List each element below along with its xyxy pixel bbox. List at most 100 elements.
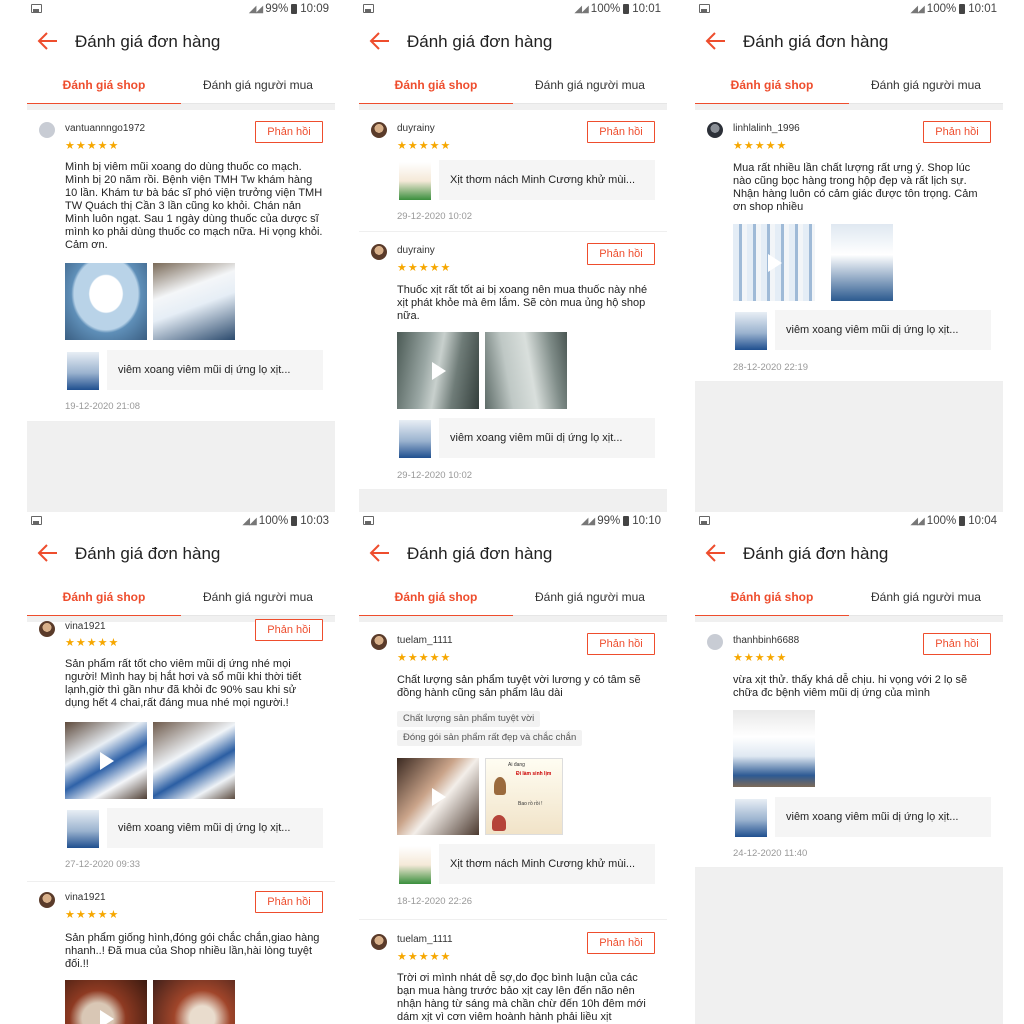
reply-button[interactable]: Phản hồi: [255, 121, 323, 143]
product-thumbnail: [399, 162, 431, 200]
reply-button[interactable]: Phản hồi: [255, 891, 323, 913]
tab-buyer-reviews[interactable]: Đánh giá người mua: [181, 70, 335, 104]
tab-buyer-reviews[interactable]: Đánh giá người mua: [181, 582, 335, 616]
review-text: Mua rất nhiều lần chất lượng rất ưng ý. …: [733, 162, 978, 213]
review-video[interactable]: [733, 224, 815, 301]
product-link[interactable]: viêm xoang viêm mũi dị ứng lọ xịt...: [397, 418, 655, 458]
tab-buyer-reviews[interactable]: Đánh giá người mua: [513, 70, 667, 104]
status-bar: ◢◢ 100% 10:03: [27, 512, 335, 532]
avatar: [371, 634, 387, 650]
reply-button[interactable]: Phản hồi: [255, 619, 323, 641]
reply-button[interactable]: Phản hồi: [923, 633, 991, 655]
star-rating: ★★★★★: [397, 951, 452, 963]
app-bar: Đánh giá đơn hàng: [695, 20, 1003, 64]
product-link[interactable]: Xịt thơm nách Minh Cương khử mùi...: [397, 160, 655, 200]
review-text: Sản phẩm rất tốt cho viêm mũi dị ứng nhé…: [65, 658, 302, 709]
review-video[interactable]: [65, 980, 147, 1024]
review-photo[interactable]: [831, 224, 893, 301]
product-thumbnail: [735, 799, 767, 837]
tab-bar: Đánh giá shop Đánh giá người mua: [695, 582, 1003, 617]
back-arrow-icon[interactable]: [369, 30, 391, 52]
tab-shop-reviews[interactable]: Đánh giá shop: [359, 70, 513, 105]
app-bar: Đánh giá đơn hàng: [359, 532, 667, 576]
tab-shop-reviews[interactable]: Đánh giá shop: [695, 70, 849, 105]
status-bar: ◢◢ 100% 10:01: [359, 0, 667, 20]
page-title: Đánh giá đơn hàng: [75, 544, 221, 563]
product-name: viêm xoang viêm mũi dị ứng lọ xịt...: [107, 808, 323, 848]
battery-icon: [291, 4, 298, 14]
screen-panel: ◢◢ 100% 10:01 Đánh giá đơn hàng Đánh giá s…: [695, 0, 1003, 512]
clock: 10:09: [300, 3, 329, 15]
review-photo[interactable]: [65, 263, 147, 340]
tab-shop-reviews[interactable]: Đánh giá shop: [359, 582, 513, 617]
gallery-notification-icon: [699, 516, 710, 525]
screen-panel: ◢◢ 99% 10:09 Đánh giá đơn hàng Đánh giá sh…: [27, 0, 335, 512]
product-link[interactable]: viêm xoang viêm mũi dị ứng lọ xịt...: [733, 797, 991, 837]
reply-button[interactable]: Phản hồi: [587, 121, 655, 143]
review-video[interactable]: [397, 758, 479, 835]
screen-panel: ◢◢ 100% 10:04 Đánh giá đơn hàng Đánh giá s…: [695, 512, 1003, 1024]
avatar: [39, 621, 55, 637]
reply-button[interactable]: Phản hồi: [587, 243, 655, 265]
tab-shop-reviews[interactable]: Đánh giá shop: [27, 582, 181, 617]
review-photo[interactable]: Ai đang Đi làm sinh lịm Bao rồ rồi !: [485, 758, 563, 835]
product-name: viêm xoang viêm mũi dị ứng lọ xịt...: [775, 310, 991, 350]
comic-character: [492, 815, 506, 831]
tab-buyer-reviews[interactable]: Đánh giá người mua: [849, 582, 1003, 616]
reviewer-name: vina1921: [65, 621, 106, 632]
tab-shop-reviews[interactable]: Đánh giá shop: [695, 582, 849, 617]
product-link[interactable]: viêm xoang viêm mũi dị ứng lọ xịt...: [733, 310, 991, 350]
review-video[interactable]: [65, 722, 147, 799]
review-tag: Chất lượng sản phẩm tuyệt vời: [397, 711, 541, 727]
avatar: [707, 634, 723, 650]
battery-level: 100%: [926, 515, 957, 527]
app-bar: Đánh giá đơn hàng: [695, 532, 1003, 576]
empty-area: [695, 868, 1003, 1024]
review-photo[interactable]: [485, 332, 567, 409]
review-item: vina1921 ★★★★★ Phản hồi Sản phẩm rất tốt…: [27, 616, 335, 882]
play-icon: [432, 787, 446, 806]
reply-button[interactable]: Phản hồi: [587, 932, 655, 954]
product-name: Xịt thơm nách Minh Cương khử mùi...: [439, 844, 655, 884]
review-date: 27-12-2020 09:33: [65, 859, 141, 870]
product-link[interactable]: viêm xoang viêm mũi dị ứng lọ xịt...: [65, 350, 323, 390]
battery-icon: [623, 4, 630, 14]
status-bar: ◢◢ 99% 10:10: [359, 512, 667, 532]
star-rating: ★★★★★: [397, 652, 452, 664]
review-photo[interactable]: [733, 710, 815, 787]
review-tag: Đóng gói sản phẩm rất đẹp và chắc chắn: [397, 730, 583, 746]
back-arrow-icon[interactable]: [369, 542, 391, 564]
tab-shop-reviews[interactable]: Đánh giá shop: [27, 70, 181, 105]
signal-icon: ◢◢: [910, 3, 924, 15]
back-arrow-icon[interactable]: [37, 30, 59, 52]
review-video[interactable]: [397, 332, 479, 409]
review-photo[interactable]: [153, 722, 235, 799]
review-date: 28-12-2020 22:19: [733, 362, 809, 373]
review-text: Thuốc xịt rất tốt ai bị xoang nên mua th…: [397, 284, 648, 322]
battery-level: 99%: [265, 3, 289, 15]
back-arrow-icon[interactable]: [37, 542, 59, 564]
tab-buyer-reviews[interactable]: Đánh giá người mua: [849, 70, 1003, 104]
product-link[interactable]: viêm xoang viêm mũi dị ứng lọ xịt...: [65, 808, 323, 848]
reply-button[interactable]: Phản hồi: [587, 633, 655, 655]
review-item: vina1921 ★★★★★ Phản hồi Sản phẩm giống h…: [27, 882, 335, 1024]
tab-buyer-reviews[interactable]: Đánh giá người mua: [513, 582, 667, 616]
play-icon: [100, 751, 114, 770]
tab-bar: Đánh giá shop Đánh giá người mua: [27, 582, 335, 617]
back-arrow-icon[interactable]: [705, 30, 727, 52]
review-photo[interactable]: [153, 263, 235, 340]
tab-bar: Đánh giá shop Đánh giá người mua: [695, 70, 1003, 105]
review-item: thanhbinh6688 ★★★★★ Phản hồi vừa xịt thử…: [695, 622, 1003, 868]
review-item: vantuannngo1972 ★★★★★ Phản hồi Mình bị v…: [27, 110, 335, 422]
app-bar: Đánh giá đơn hàng: [27, 532, 335, 576]
product-link[interactable]: Xịt thơm nách Minh Cương khử mùi...: [397, 844, 655, 884]
reviewer-name: thanhbinh6688: [733, 635, 800, 646]
clock: 10:01: [632, 3, 661, 15]
review-date: 18-12-2020 22:26: [397, 896, 473, 907]
review-photo[interactable]: [153, 980, 235, 1024]
back-arrow-icon[interactable]: [705, 542, 727, 564]
clock: 10:01: [968, 3, 997, 15]
reply-button[interactable]: Phản hồi: [923, 121, 991, 143]
reviewer-name: duyrainy: [397, 245, 435, 256]
battery-icon: [959, 516, 966, 526]
